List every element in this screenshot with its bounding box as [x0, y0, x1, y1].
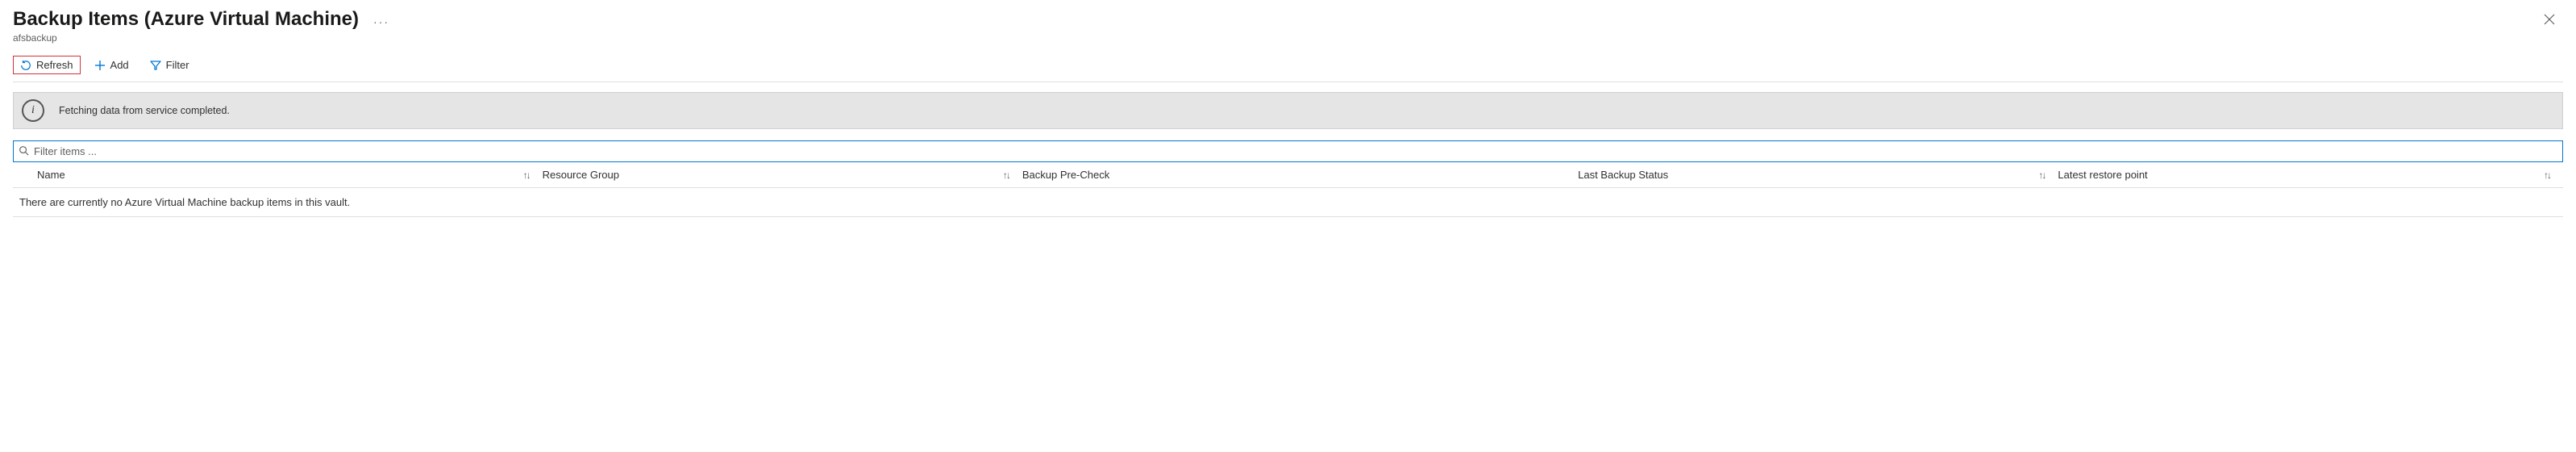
column-label: Backup Pre-Check — [1022, 169, 1109, 181]
command-bar: Refresh Add Filter — [13, 55, 2563, 82]
add-label: Add — [110, 59, 129, 71]
vault-name-subtitle: afsbackup — [13, 32, 389, 44]
info-banner-text: Fetching data from service completed. — [59, 105, 230, 116]
close-icon — [2544, 14, 2555, 25]
filter-label: Filter — [166, 59, 189, 71]
filter-button[interactable]: Filter — [143, 55, 197, 75]
info-banner: i Fetching data from service completed. — [13, 92, 2563, 129]
refresh-button[interactable]: Refresh — [13, 56, 81, 74]
filter-items-field[interactable] — [13, 140, 2563, 162]
page-title: Backup Items (Azure Virtual Machine) — [13, 8, 359, 31]
sort-icon: ↑↓ — [1003, 170, 1009, 181]
filter-items-input[interactable] — [34, 144, 2557, 159]
column-label: Last Backup Status — [1578, 169, 1668, 181]
column-header-backup-precheck[interactable]: Backup Pre-Check — [1022, 169, 1578, 181]
refresh-icon — [20, 60, 31, 71]
column-label: Latest restore point — [2058, 169, 2147, 181]
column-label: Name — [37, 169, 65, 181]
empty-table-message: There are currently no Azure Virtual Mac… — [13, 188, 2563, 217]
column-header-name[interactable]: Name ↑↓ — [37, 169, 543, 181]
close-button[interactable] — [2536, 8, 2563, 32]
more-actions-button[interactable]: ··· — [373, 10, 389, 28]
column-header-last-backup-status[interactable]: Last Backup Status ↑↓ — [1578, 169, 2058, 181]
column-label: Resource Group — [543, 169, 619, 181]
sort-icon: ↑↓ — [2544, 170, 2550, 181]
sort-icon: ↑↓ — [523, 170, 530, 181]
column-header-resource-group[interactable]: Resource Group ↑↓ — [543, 169, 1022, 181]
sort-icon: ↑↓ — [2038, 170, 2045, 181]
column-header-latest-restore-point[interactable]: Latest restore point ↑↓ — [2058, 169, 2563, 181]
add-button[interactable]: Add — [87, 55, 136, 75]
search-icon — [19, 145, 29, 158]
table-header-row: Name ↑↓ Resource Group ↑↓ Backup Pre-Che… — [13, 162, 2563, 188]
refresh-label: Refresh — [36, 59, 73, 71]
plus-icon — [94, 60, 106, 71]
funnel-icon — [150, 60, 161, 71]
info-icon: i — [22, 99, 44, 122]
